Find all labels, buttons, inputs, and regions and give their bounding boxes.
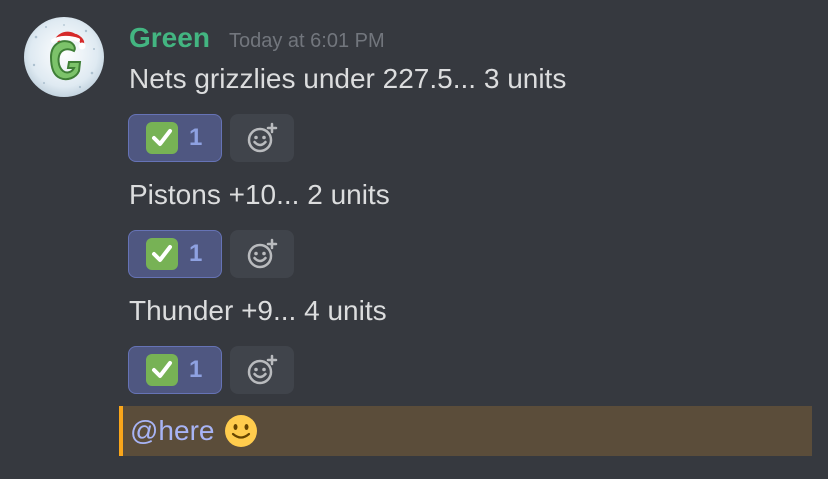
reaction-check-mark[interactable]: 1 [128,114,222,162]
reaction-check-mark[interactable]: 1 [128,230,222,278]
add-reaction-button[interactable] [230,114,294,162]
author-avatar[interactable] [24,17,104,97]
reaction-count: 1 [189,356,203,383]
message-text: Nets grizzlies under 227.5... 3 units [129,63,567,94]
message-text: Pistons +10... 2 units [129,179,390,210]
add-reaction-icon [247,122,278,153]
add-reaction-button[interactable] [230,230,294,278]
here-mention[interactable]: @here [130,415,214,447]
add-reaction-icon [247,354,278,385]
check-mark-button-icon [146,354,178,386]
slightly-smiling-face-icon [225,415,258,447]
author-username[interactable]: Green [129,21,210,55]
add-reaction-button[interactable] [230,346,294,394]
message-text: Thunder +9... 4 units [129,295,387,326]
check-mark-button-icon [146,122,178,154]
reaction-count: 1 [189,240,203,267]
message-timestamp: Today at 6:01 PM [229,30,385,52]
reaction-check-mark[interactable]: 1 [128,346,222,394]
mention-highlighted-message: @here [119,406,812,456]
reaction-count: 1 [189,124,203,151]
g-logo-santa-hat-avatar [24,17,104,97]
add-reaction-icon [247,238,278,269]
check-mark-button-icon [146,238,178,270]
